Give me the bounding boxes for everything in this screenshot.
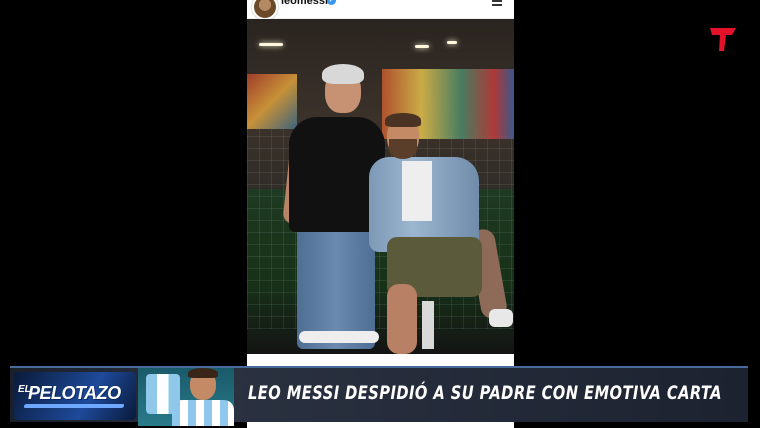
lower-third: EL PELOTAZO LEO MESSI DESPIDIÓ A SU PADR… <box>0 366 760 428</box>
messi-hair <box>385 113 421 127</box>
show-logo-name: PELOTAZO <box>28 383 121 403</box>
stool <box>422 301 434 349</box>
ceiling-light <box>447 41 457 44</box>
post-photo <box>247 19 514 354</box>
verified-icon: ✓ <box>327 0 336 5</box>
player-hair <box>188 368 218 378</box>
father-shoes <box>299 331 379 343</box>
player-thumbnail <box>138 368 234 426</box>
father-hair <box>322 64 364 84</box>
wall-art <box>247 74 297 129</box>
post-header: leomessi ✓ <box>247 0 514 20</box>
telemundo-logo-icon <box>710 28 736 51</box>
swoosh-icon <box>23 404 125 408</box>
ceiling-light <box>259 43 283 46</box>
ceiling-light <box>415 45 429 48</box>
messi-leg <box>387 284 417 354</box>
messi-tshirt <box>402 161 432 221</box>
menu-icon[interactable] <box>492 0 502 6</box>
headline: LEO MESSI DESPIDIÓ A SU PADRE CON EMOTIV… <box>248 382 722 404</box>
messi-beard <box>389 139 417 159</box>
jersey <box>172 400 234 426</box>
avatar[interactable] <box>252 0 278 20</box>
instagram-post: leomessi ✓ <box>247 0 514 428</box>
messi-shoe <box>489 309 513 327</box>
show-logo: EL PELOTAZO <box>14 372 136 420</box>
post-username[interactable]: leomessi <box>281 0 328 7</box>
